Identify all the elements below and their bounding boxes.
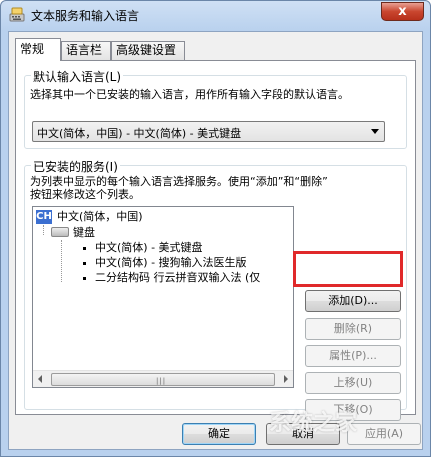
arrow-right-icon <box>284 375 288 383</box>
tree-horizontal-scrollbar[interactable]: ||| <box>33 370 293 387</box>
close-button[interactable]: x <box>381 2 424 21</box>
dialog-window: 文本服务和输入语言 x 常规 语言栏 高级键设置 默认输入语言(L) 选择其中一… <box>0 0 431 457</box>
default-language-select[interactable]: 中文(简体，中国) - 中文(简体) - 美式键盘 <box>32 121 385 142</box>
remove-button[interactable]: 删除(R) <box>305 318 401 340</box>
bullet-icon <box>83 262 86 265</box>
language-badge-icon: CH <box>36 210 52 224</box>
bullet-icon <box>83 277 86 280</box>
tree-line <box>43 225 44 235</box>
arrow-left-icon <box>38 375 42 383</box>
tab-language-bar[interactable]: 语言栏 <box>61 41 111 60</box>
apply-button[interactable]: 应用(A) <box>347 423 421 445</box>
add-button[interactable]: 添加(D)... <box>305 290 401 312</box>
keyboard-icon <box>51 227 69 237</box>
move-up-button[interactable]: 上移(U) <box>305 372 401 394</box>
tree-line <box>61 240 62 282</box>
scroll-left-button[interactable] <box>33 372 50 387</box>
tab-advanced-key-settings-label: 高级键设置 <box>116 43 177 57</box>
close-icon: x <box>398 4 407 19</box>
tree-item[interactable]: 中文(简体) - 搜狗输入法医生版 <box>95 255 247 270</box>
services-tree[interactable]: CH 中文(简体，中国) 键盘 中文(简体) - 美式键盘 中文(简体) - 搜… <box>32 206 294 388</box>
tree-item[interactable]: 中文(简体) - 美式键盘 <box>95 240 203 255</box>
tree-item[interactable]: 二分结构码 行云拼音双输入法 (仅 <box>95 270 260 285</box>
tab-advanced-key-settings[interactable]: 高级键设置 <box>111 41 185 60</box>
watermark-logo: 系统之家 <box>269 411 358 436</box>
tab-general-label: 常规 <box>20 42 45 56</box>
scroll-right-button[interactable] <box>276 372 293 387</box>
tab-general[interactable]: 常规 <box>15 38 61 61</box>
tree-node-language[interactable]: 中文(简体，中国) <box>57 209 143 224</box>
grip-icon: ||| <box>156 377 167 385</box>
add-button-highlight <box>293 251 403 287</box>
tree-node-keyboard[interactable]: 键盘 <box>73 225 95 240</box>
bullet-icon <box>83 247 86 250</box>
title-bar[interactable]: 文本服务和输入语言 x <box>1 1 430 29</box>
window-title: 文本服务和输入语言 <box>31 9 140 23</box>
general-tab-panel: 默认输入语言(L) 选择其中一个已安装的输入语言，用作所有输入字段的默认语言。 … <box>15 60 416 421</box>
chevron-down-icon <box>371 129 379 134</box>
scroll-thumb[interactable]: ||| <box>51 373 275 386</box>
properties-button[interactable]: 属性(P)... <box>305 345 401 367</box>
ok-button[interactable]: 确定 <box>182 423 256 445</box>
default-language-legend: 默认输入语言(L) <box>31 68 124 85</box>
installed-services-description-line1: 为列表中显示的每个输入语言选择服务。使用“添加”和“删除” <box>30 175 328 188</box>
installed-services-legend: 已安装的服务(I) <box>31 158 120 175</box>
installed-services-description-line2: 按钮来修改这个列表。 <box>30 188 140 201</box>
dialog-client: 常规 语言栏 高级键设置 默认输入语言(L) 选择其中一个已安装的输入语言，用作… <box>8 31 423 450</box>
tab-language-bar-label: 语言栏 <box>66 43 103 57</box>
text-services-icon <box>9 7 25 22</box>
default-language-description: 选择其中一个已安装的输入语言，用作所有输入字段的默认语言。 <box>30 88 349 101</box>
default-language-value: 中文(简体，中国) - 中文(简体) - 美式键盘 <box>37 127 242 140</box>
